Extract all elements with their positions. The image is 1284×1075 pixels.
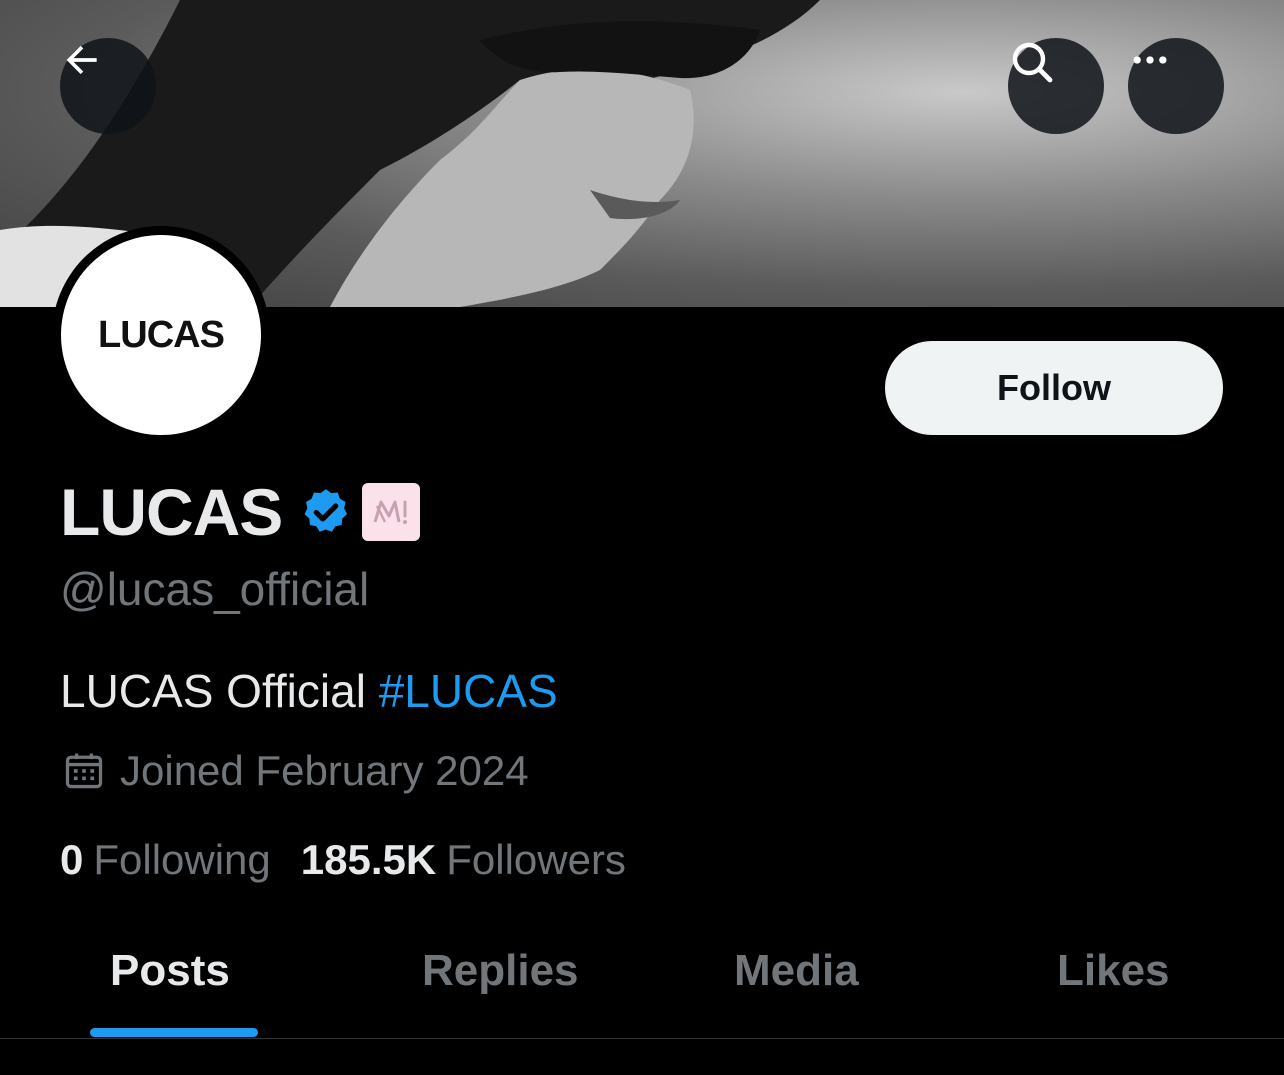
more-options-button[interactable] [1128,38,1224,134]
more-horizontal-icon [1133,56,1167,64]
follow-stats: 0 Following 185.5K Followers [60,834,626,886]
display-name: LUCAS [60,475,283,549]
joined-date: Joined February 2024 [62,745,529,797]
followers-label: Followers [446,836,626,883]
avatar-image: LUCAS [61,235,261,435]
tab-media[interactable]: Media [734,946,859,996]
tab-posts[interactable]: Posts [110,946,230,996]
active-tab-indicator [90,1028,258,1037]
following-link[interactable]: 0 Following [60,836,271,884]
bio-hashtag-link[interactable]: #LUCAS [379,665,558,717]
verified-badge-icon[interactable] [300,486,352,538]
back-arrow-icon [66,45,97,75]
profile-bio: LUCAS Official #LUCAS [60,664,558,718]
follow-button[interactable]: Follow [885,341,1223,435]
sm-entertainment-affiliate-icon[interactable] [362,483,421,541]
tab-likes[interactable]: Likes [1057,946,1170,996]
following-label: Following [93,836,271,883]
joined-text: Joined February 2024 [120,747,529,794]
sm-logo-icon [373,500,408,524]
following-count: 0 [60,836,84,883]
tab-replies[interactable]: Replies [422,946,579,996]
search-icon [1012,42,1053,83]
back-button[interactable] [60,38,156,134]
name-row: LUCAS [60,474,421,550]
profile-handle: @lucas_official [60,563,370,615]
avatar-logo-text: LUCAS [98,313,225,356]
profile-avatar[interactable]: LUCAS [52,226,270,444]
followers-count: 185.5K [300,836,437,883]
search-button[interactable] [1008,38,1104,134]
calendar-icon [65,753,103,789]
bio-text: LUCAS Official [60,665,379,717]
profile-tabs: Posts Replies Media Likes [0,920,1284,1039]
followers-link[interactable]: 185.5K Followers [301,836,626,884]
